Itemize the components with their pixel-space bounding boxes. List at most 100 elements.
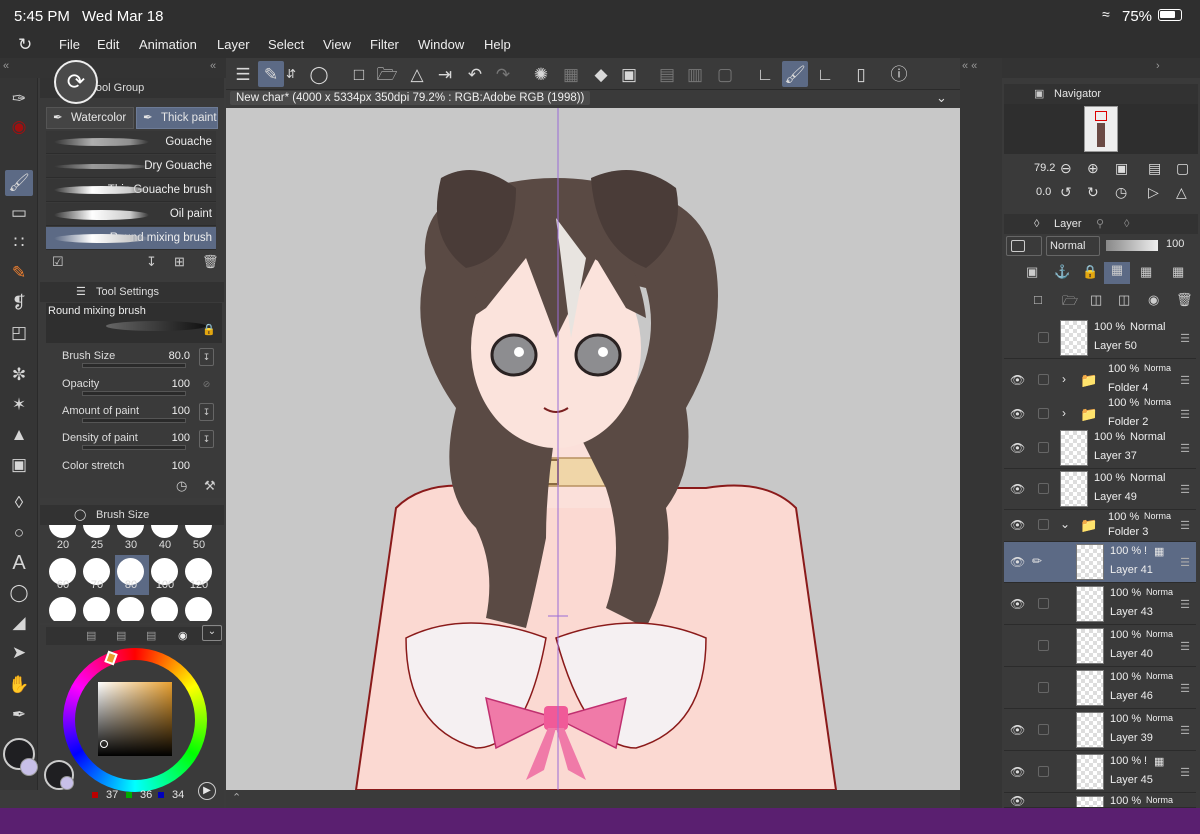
- menu-filter[interactable]: Filter: [370, 37, 399, 52]
- layer-row[interactable]: 👁 100 % Norma Layer 39 ☰: [1004, 710, 1196, 751]
- opacity-link-icon[interactable]: ⊘: [199, 376, 214, 394]
- actual-size-icon[interactable]: ▢: [1176, 160, 1189, 177]
- new-raster-layer-icon[interactable]: □: [1034, 292, 1042, 307]
- settings-reset-icon[interactable]: ◷: [176, 478, 187, 494]
- select-invert-icon[interactable]: ▤: [654, 61, 680, 87]
- size-option[interactable]: 20: [48, 539, 78, 551]
- updown-icon[interactable]: ⇵: [284, 61, 298, 87]
- expand-up-icon[interactable]: ⌃: [232, 791, 241, 804]
- tool-eraser-icon[interactable]: ▭: [5, 200, 33, 226]
- color-tab-icon[interactable]: ▤: [146, 629, 156, 642]
- quick-access-rotate-icon[interactable]: ⟳: [54, 60, 98, 104]
- delete-layer-icon[interactable]: 🗑: [1176, 292, 1193, 308]
- layer-row[interactable]: 100 % Normal Layer 50 ☰: [1004, 318, 1196, 359]
- navigator-preview[interactable]: [1004, 104, 1198, 154]
- tab-thick-paint[interactable]: Thick paint ✒: [136, 107, 218, 129]
- layer-row[interactable]: 👁 100 % Norma: [1004, 794, 1196, 808]
- zoom-fit-icon[interactable]: ▣: [1115, 160, 1128, 177]
- menu-window[interactable]: Window: [418, 37, 464, 52]
- tool-brush-icon[interactable]: 🖌: [5, 170, 33, 196]
- mask-disable-icon[interactable]: ▦: [1172, 264, 1184, 280]
- brush-snap-icon[interactable]: 🖌: [782, 61, 808, 87]
- brush-round-mixing[interactable]: Round mixing brush: [46, 227, 216, 250]
- export-icon[interactable]: ⇥: [432, 61, 458, 87]
- subtool-settings-icon[interactable]: ☑: [52, 254, 64, 270]
- zoom-in-icon[interactable]: ⊕: [1087, 160, 1099, 177]
- folder-row[interactable]: 👁 ⌄ 📁 100 % Norma Folder 3 ☰: [1004, 510, 1196, 542]
- tool-operation-icon[interactable]: ➤: [5, 640, 33, 666]
- collapse-folder-icon[interactable]: ⌄: [1060, 517, 1070, 531]
- visibility-eye-icon[interactable]: 👁: [1010, 597, 1025, 611]
- tool-lasso-icon[interactable]: ✼: [5, 362, 33, 388]
- merge-layer-icon[interactable]: ◫: [1090, 292, 1102, 308]
- setting-brush-size[interactable]: Brush Size 80.0 ↧: [46, 346, 222, 373]
- ref-layer-icon[interactable]: ⚓: [1054, 264, 1070, 280]
- layer-row[interactable]: 👁 100 % Normal Layer 49 ☰: [1004, 469, 1196, 510]
- tool-figure-icon[interactable]: ◰: [5, 320, 33, 346]
- loading-icon[interactable]: ✺: [528, 61, 554, 87]
- tab-dropdown-icon[interactable]: ⌄: [936, 90, 947, 106]
- setting-color-stretch[interactable]: Color stretch 100: [46, 456, 222, 483]
- zoom-out-icon[interactable]: ⊖: [1060, 160, 1072, 177]
- layer-row[interactable]: 👁 100 % Normal Layer 37 ☰: [1004, 428, 1196, 469]
- layer-opacity-value[interactable]: 100: [1166, 238, 1184, 250]
- size-option[interactable]: 120: [184, 579, 214, 591]
- navigator-zoom-value[interactable]: 79.2: [1034, 162, 1055, 174]
- color-sub-swatch[interactable]: [60, 776, 74, 790]
- deselect-icon[interactable]: ▢: [712, 61, 738, 87]
- redo-icon[interactable]: ↷: [490, 61, 516, 87]
- visibility-eye-icon[interactable]: 👁: [1010, 555, 1025, 569]
- color-picker-cursor[interactable]: [100, 740, 108, 748]
- size-option[interactable]: 30: [116, 539, 146, 551]
- visibility-eye-icon[interactable]: 👁: [1010, 765, 1025, 779]
- new-file-icon[interactable]: □: [346, 61, 372, 87]
- size-option[interactable]: 40: [150, 539, 180, 551]
- settings-wrench-icon[interactable]: ⚒: [204, 478, 216, 494]
- help-icon[interactable]: ⓘ: [886, 61, 912, 87]
- size-option[interactable]: 80: [116, 579, 146, 591]
- visibility-eye-icon[interactable]: 👁: [1010, 482, 1025, 496]
- tool-frame-icon[interactable]: ◢: [5, 610, 33, 636]
- size-option[interactable]: 100: [150, 579, 180, 591]
- select-all-icon[interactable]: ▥: [682, 61, 708, 87]
- tool-gradient-icon[interactable]: ▣: [5, 452, 33, 478]
- visibility-eye-icon[interactable]: 👁: [1010, 373, 1025, 387]
- layer-color-toggle[interactable]: [1006, 236, 1042, 256]
- new-folder-icon[interactable]: 🗁: [1062, 292, 1078, 314]
- menu-edit[interactable]: Edit: [97, 37, 119, 52]
- tool-fill-icon[interactable]: ▲: [5, 422, 33, 448]
- transform-icon[interactable]: ▣: [616, 61, 642, 87]
- rotate-right-icon[interactable]: ↻: [1087, 184, 1099, 201]
- layer-row-selected[interactable]: 👁 ✏ 100 %! ▦ Layer 41 ☰: [1004, 542, 1196, 583]
- blend-mode-select[interactable]: Normal: [1046, 236, 1100, 256]
- size-option[interactable]: 70: [82, 579, 112, 591]
- color-tab-icon[interactable]: ▤: [86, 629, 96, 642]
- tool-3d-icon[interactable]: ◊: [5, 490, 33, 516]
- visibility-eye-icon[interactable]: 👁: [1010, 407, 1025, 421]
- tool-decoration-icon[interactable]: ✎: [5, 260, 33, 286]
- tool-airbrush-icon[interactable]: ∷: [5, 230, 33, 256]
- lock-transparency-icon[interactable]: ▦: [1104, 262, 1130, 284]
- play-icon[interactable]: ▶: [198, 782, 216, 800]
- tool-hand-icon[interactable]: ✋: [5, 672, 33, 698]
- size-option[interactable]: 50: [184, 539, 214, 551]
- collapse-icon[interactable]: « «: [962, 60, 977, 72]
- tool-magic-wand-icon[interactable]: ✶: [5, 392, 33, 418]
- fill-icon[interactable]: ◆: [588, 61, 614, 87]
- tool-circle-icon[interactable]: ○: [5, 520, 33, 546]
- tool-blend-icon[interactable]: ❡: [5, 290, 33, 316]
- brush-gouache[interactable]: Gouache: [46, 131, 216, 154]
- flip-vertical-icon[interactable]: △: [1176, 184, 1187, 201]
- menu-layer[interactable]: Layer: [217, 37, 250, 52]
- lock-layer-icon[interactable]: 🔒: [1082, 264, 1098, 280]
- fit-window-icon[interactable]: ▤: [1148, 160, 1161, 177]
- amount-dropdown-icon[interactable]: ↧: [199, 403, 214, 421]
- open-folder-icon[interactable]: 🗁: [374, 61, 400, 87]
- menu-animation[interactable]: Animation: [139, 37, 197, 52]
- save-icon[interactable]: △: [404, 61, 430, 87]
- spiral-icon[interactable]: ◯: [306, 61, 332, 87]
- color-panel-menu-icon[interactable]: ⌄: [202, 625, 222, 641]
- setting-opacity[interactable]: Opacity 100 ⊘: [46, 374, 222, 401]
- brush-oil-paint[interactable]: Oil paint: [46, 203, 216, 226]
- size-option[interactable]: 60: [48, 579, 78, 591]
